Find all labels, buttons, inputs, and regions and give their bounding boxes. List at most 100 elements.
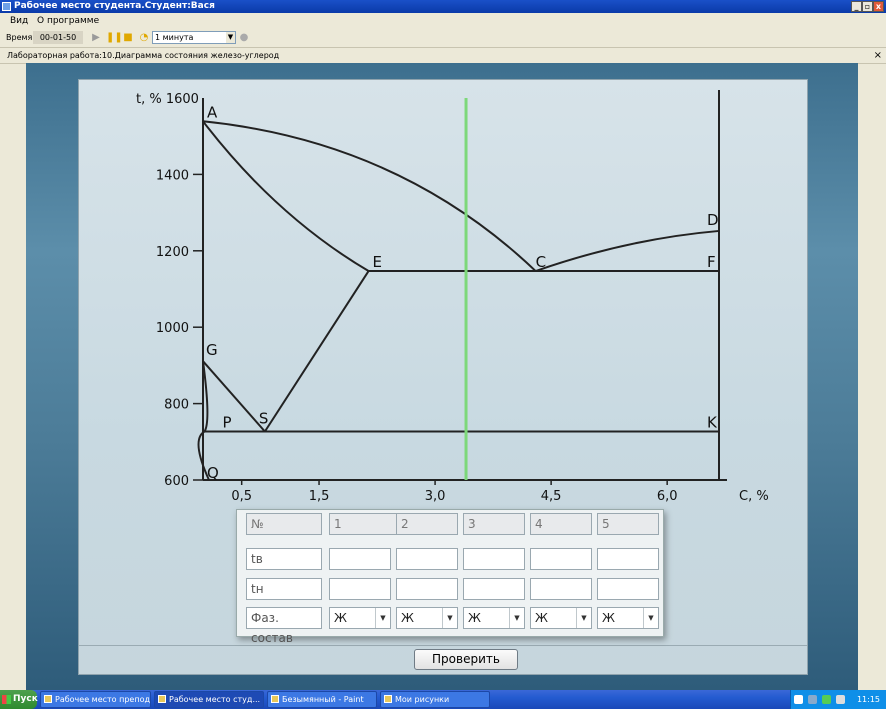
document-tab: Лабораторная работа:10.Диаграмма состоян…	[0, 48, 886, 64]
phase-select-2[interactable]: Ж ▼	[396, 607, 458, 629]
clock-icon[interactable]: ◔	[138, 32, 150, 44]
phase-value-3: Ж	[468, 611, 481, 625]
phase-select-1[interactable]: Ж ▼	[329, 607, 391, 629]
maximize-button[interactable]: ▫	[862, 1, 873, 12]
x-tick-label: 1,5	[309, 489, 330, 504]
phase-select-3[interactable]: Ж ▼	[463, 607, 525, 629]
x-tick-label: 3,0	[425, 489, 446, 504]
network-icon[interactable]	[808, 695, 817, 704]
point-label-d: D	[707, 211, 719, 229]
windows-logo-icon	[2, 695, 11, 704]
phase-table: № 1 2 3 4 5 tв tн Фаз. состав Ж ▼ Ж ▼ Ж ▼ Ж…	[236, 509, 664, 645]
refresh-icon[interactable]: ●	[238, 32, 250, 44]
task-label-4: Мои рисунки	[395, 695, 450, 704]
toolbar: Время 00-01-50 ▶ ❚❚ ■ ◔ 1 минута ▼ ●	[0, 29, 886, 48]
menu-item-view[interactable]: Вид	[10, 13, 28, 29]
header-cell-number: №	[246, 513, 322, 535]
antivirus-icon[interactable]	[822, 695, 831, 704]
y-tick-label: 600	[164, 474, 189, 489]
tn-input-3[interactable]	[463, 578, 525, 600]
y-tick-label: 1400	[156, 168, 189, 183]
task-label-3: Безымянный - Paint	[282, 695, 364, 704]
solidus-AE	[202, 120, 370, 272]
interval-select[interactable]: 1 минута ▼	[152, 31, 236, 44]
tv-input-2[interactable]	[396, 548, 458, 570]
point-label-s: S	[259, 409, 269, 427]
taskbar: Пуск Рабочее место препода... Рабочее ме…	[0, 690, 886, 709]
task-my-pictures[interactable]: Мои рисунки	[380, 691, 490, 708]
point-label-c: C	[536, 253, 546, 271]
tn-input-2[interactable]	[396, 578, 458, 600]
y-tick-label: 1200	[156, 245, 189, 260]
phase-select-5[interactable]: Ж ▼	[597, 607, 659, 629]
x-tick-label: 6,0	[657, 489, 678, 504]
chevron-down-icon: ▼	[226, 32, 235, 43]
stop-icon[interactable]: ■	[122, 32, 134, 44]
start-button[interactable]: Пуск	[0, 690, 38, 709]
point-label-q: Q	[207, 464, 219, 482]
tv-input-4[interactable]	[530, 548, 592, 570]
line-ES	[264, 270, 370, 433]
task-student-workplace[interactable]: Рабочее место студ...	[154, 691, 264, 708]
liquidus-AC	[202, 120, 537, 272]
chevron-down-icon: ▼	[509, 608, 524, 628]
interval-value: 1 минута	[155, 33, 194, 42]
liquidus-CD	[535, 229, 720, 272]
tn-input-5[interactable]	[597, 578, 659, 600]
point-label-p: P	[223, 413, 232, 431]
close-window-button[interactable]: x	[873, 1, 884, 12]
system-tray: 11:15	[790, 690, 886, 709]
task-paint[interactable]: Безымянный - Paint	[267, 691, 377, 708]
window-titlebar: Рабочее место студента.Студент:Вася _ ▫ …	[0, 0, 886, 13]
folder-icon	[384, 695, 392, 703]
close-icon[interactable]: ×	[874, 48, 882, 63]
phase-value-2: Ж	[401, 611, 414, 625]
volume-icon[interactable]	[836, 695, 845, 704]
start-label: Пуск	[13, 694, 38, 704]
paint-icon	[271, 695, 279, 703]
header-cell-5: 5	[597, 513, 659, 535]
header-cell-1: 1	[329, 513, 405, 535]
y-axis-title: t, % 1600	[136, 92, 199, 107]
y-tick-label: 1000	[156, 321, 189, 336]
phase-value-5: Ж	[602, 611, 615, 625]
minimize-button[interactable]: _	[851, 1, 862, 12]
app-icon	[158, 695, 166, 703]
tv-input-3[interactable]	[463, 548, 525, 570]
tv-input-5[interactable]	[597, 548, 659, 570]
window-title: Рабочее место студента.Студент:Вася	[14, 1, 215, 11]
tab-title: Лабораторная работа:10.Диаграмма состоян…	[7, 51, 280, 60]
point-label-g: G	[206, 341, 218, 359]
chevron-down-icon: ▼	[576, 608, 591, 628]
clock: 11:15	[856, 695, 880, 704]
time-display: 00-01-50	[33, 31, 83, 44]
play-icon[interactable]: ▶	[90, 32, 102, 44]
pause-icon[interactable]: ❚❚	[106, 32, 123, 44]
point-label-a: A	[207, 103, 218, 121]
header-cell-4: 4	[530, 513, 592, 535]
x-tick-label: 4,5	[541, 489, 562, 504]
phase-select-4[interactable]: Ж ▼	[530, 607, 592, 629]
tv-input-1[interactable]	[329, 548, 391, 570]
tn-input-4[interactable]	[530, 578, 592, 600]
language-icon[interactable]	[794, 695, 803, 704]
task-label-1: Рабочее место препода...	[55, 695, 151, 704]
row-label-tv: tв	[246, 548, 322, 570]
chevron-down-icon: ▼	[375, 608, 390, 628]
line-GS	[202, 360, 266, 433]
phase-value-1: Ж	[334, 611, 347, 625]
tn-input-1[interactable]	[329, 578, 391, 600]
header-cell-3: 3	[463, 513, 525, 535]
x-axis-title: C, %	[739, 489, 769, 504]
row-label-tn: tн	[246, 578, 322, 600]
header-cell-2: 2	[396, 513, 458, 535]
check-button[interactable]: Проверить	[414, 649, 518, 670]
chevron-down-icon: ▼	[442, 608, 457, 628]
app-icon	[44, 695, 52, 703]
task-teacher-workplace[interactable]: Рабочее место препода...	[40, 691, 151, 708]
row-label-phase: Фаз. состав	[246, 607, 322, 645]
task-label-2: Рабочее место студ...	[169, 695, 261, 704]
menu-item-about[interactable]: О программе	[37, 13, 99, 29]
phase-value-4: Ж	[535, 611, 548, 625]
point-label-f: F	[707, 253, 716, 271]
